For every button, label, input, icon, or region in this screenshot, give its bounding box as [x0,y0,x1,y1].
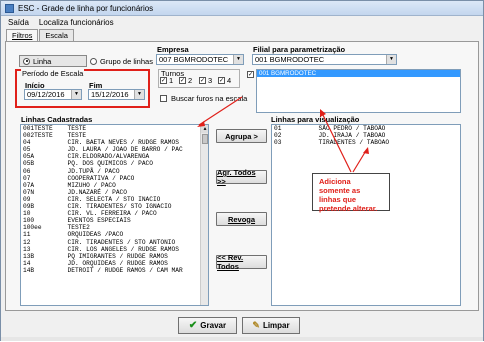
list-item[interactable]: 14 JD. ORQUIDEAS / RUDGE RAMOS [21,260,208,267]
linhas-cadastradas-listbox[interactable]: 001TESTE TESTE 002TESTE TESTE 04 CIR. BAET… [20,124,209,306]
annotation-callout: Adiciona somente as linhas que pretende … [312,173,390,213]
agrupa-label: Agrupa > [225,131,258,141]
period-legend: Período de Escala [21,69,85,78]
fim-date-field[interactable]: 15/12/2016 ▼ [88,89,145,100]
list-item[interactable]: 002TESTE TESTE [21,132,208,139]
agr-todos-label: Agr. Todos >> [217,168,256,186]
list-item[interactable]: 13B PQ IMIGRANTES / RUDGE RAMOS [21,253,208,260]
gravar-button[interactable]: ✔ Gravar [178,317,237,334]
list-item[interactable]: 05B PQ. DOS QUIMICOS / PACO [21,160,208,167]
turno-1-label: 1 [169,76,174,85]
tab-escala[interactable]: Escala [39,29,74,41]
empresa-label: Empresa [157,45,189,54]
scroll-up-icon[interactable]: ▲ [201,125,208,133]
title-bar: ESC - Grade de linha por funcionários [1,1,483,16]
limpar-button[interactable]: ✎ Limpar [242,317,300,334]
inicio-date-field[interactable]: 09/12/2016 ▼ [24,89,82,100]
list-item[interactable]: 07 COOPERATIVA / PACO [21,175,208,182]
turno-3-checkbox[interactable]: ✓ [199,77,206,84]
menu-bar: Saída Localiza funcionários [1,16,483,28]
list-item[interactable]: 06 JD.TUPÃ / PACO [21,168,208,175]
list-item[interactable]: 02 JD. IRAJA / TABOAO [272,132,460,139]
list-item[interactable]: 12 CIR. TIRADENTES / STO ANTONIO [21,239,208,246]
list-item[interactable]: 07A MIZUHO / PACO [21,182,208,189]
turno-2-label: 2 [188,76,193,85]
turno-4-checkbox[interactable]: ✓ [218,77,225,84]
inicio-date-value: 09/12/2016 [27,90,65,99]
tab-filtros[interactable]: Filtros [6,29,39,41]
window-title: ESC - Grade de linha por funcionários [18,3,154,13]
list-item[interactable]: 01 SÃO PEDRO / TABOÃO [272,125,460,132]
filial-select[interactable]: 001 BGMRODOTEC ▼ [252,54,397,65]
chevron-down-icon[interactable]: ▼ [386,55,396,64]
buscar-furos-label: Buscar furos na escala [171,94,248,103]
main-window: ESC - Grade de linha por funcionários Sa… [0,0,484,341]
radio-dot-icon [23,57,30,65]
list-item[interactable]: 13 CIR. LOS ANGELES / RUDGE RAMOS [21,246,208,253]
list-item[interactable]: 09 CIR. SELECTA / STO INACIO [21,196,208,203]
empresa-value: 007 BGMRODOTEC [159,55,229,64]
list-item[interactable]: 100ee TESTE2 [21,224,208,231]
empresa-select[interactable]: 007 BGMRODOTEC ▼ [156,54,244,65]
limpar-label: Limpar [262,321,290,330]
filial-listbox[interactable]: 001 BGMRODOTEC [256,69,461,113]
gravar-label: Gravar [200,321,227,330]
mode-selector: Linha Grupo de linhas [19,55,153,67]
list-item[interactable]: 001 BGMRODOTEC [257,70,460,78]
revoga-label: Revoga [227,214,256,224]
checkmark-icon: ✔ [188,320,198,331]
list-item[interactable]: 07N JD.NAZARÉ / PACO [21,189,208,196]
chevron-down-icon[interactable]: ▼ [71,90,81,99]
turno-3-label: 3 [208,76,213,85]
radio-grupo-label: Grupo de linhas [100,56,153,66]
linhas-visualizacao-listbox[interactable]: 01 SÃO PEDRO / TABOÃO 02 JD. IRAJA / TABO… [271,124,461,306]
list-item[interactable]: 100 EVENTOS ESPECIAIS [21,217,208,224]
scroll-thumb[interactable] [202,134,208,144]
filial-list-checkbox[interactable]: ✓ [247,71,254,78]
rev-todos-button[interactable]: << Rev. Todos [216,253,267,271]
list-item[interactable]: 05A CIR.ELDORADO/ALVARENGA [21,153,208,160]
rev-todos-label: << Rev. Todos [217,253,244,271]
list-item[interactable]: 09B CIR. TIRADENTES/ STO IGNACIO [21,203,208,210]
radio-grupo[interactable]: Grupo de linhas [90,57,153,66]
revoga-button[interactable]: Revoga [216,212,267,226]
filial-value: 001 BGMRODOTEC [255,55,325,64]
menu-item-localiza[interactable]: Localiza funcionários [39,18,114,27]
status-bar [1,337,483,341]
list-item[interactable]: 04 CIR. BAETA NEVES / RUDGE RAMOS [21,139,208,146]
list-item[interactable]: 001TESTE TESTE [21,125,208,132]
agrupa-button[interactable]: Agrupa > [216,129,267,143]
menu-item-saida[interactable]: Saída [8,18,29,27]
agr-todos-button[interactable]: Agr. Todos >> [216,168,267,186]
tab-strip: Filtros Escala [6,29,75,41]
radio-linha-label: Linha [33,56,52,66]
list-item[interactable]: 11 ORQUIDEAS /PACO [21,231,208,238]
scrollbar[interactable]: ▲ [200,125,208,305]
list-item[interactable]: 10 CIR. VL. FERREIRA / PACO [21,210,208,217]
app-icon [5,3,14,13]
linhas-visualizacao-label: Linhas para visualização [271,115,360,124]
list-item[interactable]: 03 TIRADENTES / TABOAO [272,139,460,146]
chevron-down-icon[interactable]: ▼ [134,90,144,99]
eraser-icon: ✎ [252,320,260,330]
linhas-cadastradas-label: Linhas Cadastradas [21,115,93,124]
radio-dot-icon [90,57,97,65]
filial-label: Filial para parametrização [253,45,346,54]
turno-4-label: 4 [227,76,232,85]
radio-linha[interactable]: Linha [19,55,87,67]
list-item[interactable]: 14B DETROIT / RUDGE RAMOS / CAM MAR [21,267,208,274]
buscar-furos-checkbox[interactable] [160,95,167,102]
chevron-down-icon[interactable]: ▼ [233,55,243,64]
fim-date-value: 15/12/2016 [91,90,129,99]
turno-1-checkbox[interactable]: ✓ [160,77,167,84]
list-item[interactable]: 05 JD. LAURA / JOAO DE BARRO / PAC [21,146,208,153]
turno-2-checkbox[interactable]: ✓ [179,77,186,84]
